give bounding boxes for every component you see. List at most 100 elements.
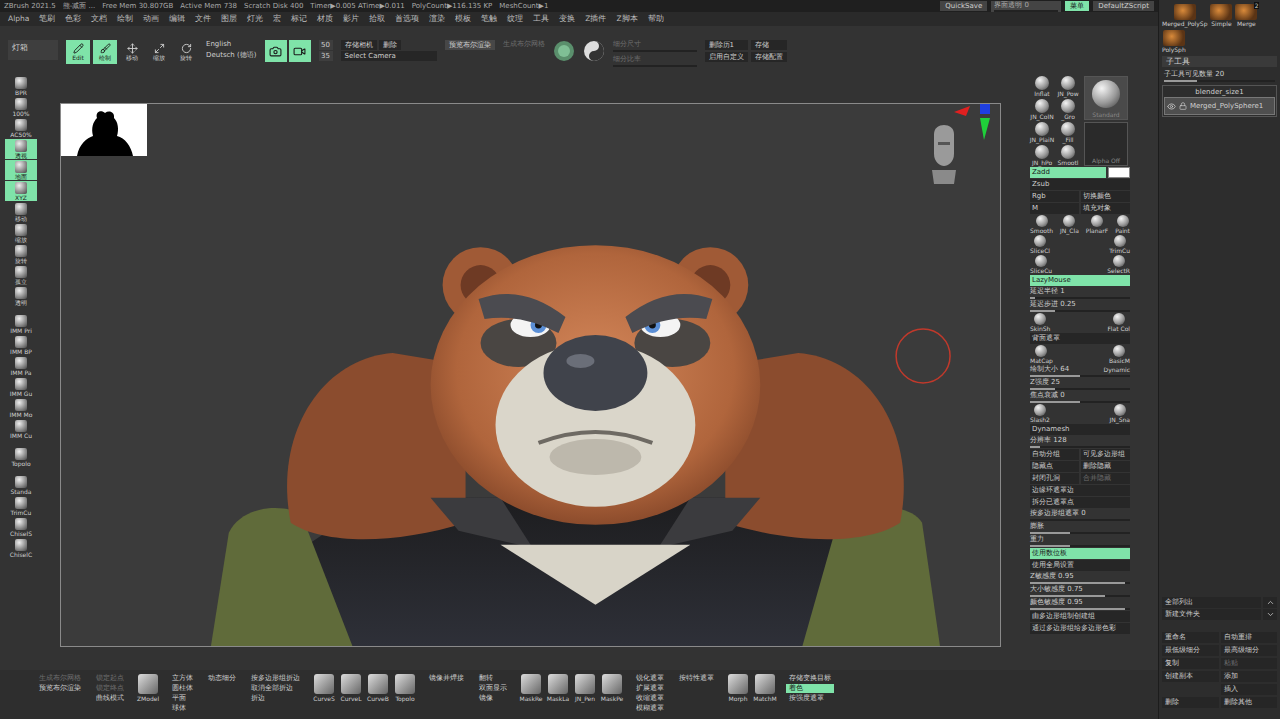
slider-track[interactable] xyxy=(1030,297,1130,299)
preview-boolean-button[interactable]: 预览布尔渲染 xyxy=(445,40,495,50)
menu-item[interactable]: 笔触 xyxy=(481,13,497,25)
shelf-button[interactable]: 缩放 xyxy=(5,223,37,243)
mode-button[interactable]: 移动 xyxy=(120,40,144,64)
action-button[interactable]: 插入 xyxy=(1221,684,1277,695)
history-button[interactable]: 启用自定义 xyxy=(705,52,748,62)
brush-button[interactable]: _Fill xyxy=(1056,122,1080,143)
document-canvas[interactable] xyxy=(60,103,1001,647)
shelf-button[interactable]: Topolo xyxy=(5,447,37,467)
bottom-icon-button[interactable]: CurveL xyxy=(339,674,363,719)
slider-track[interactable] xyxy=(1030,401,1130,403)
bottom-icon-button[interactable]: MaskLa xyxy=(546,674,570,719)
mode-button[interactable]: Edit xyxy=(66,40,90,64)
action-button[interactable]: 创建副本 xyxy=(1162,671,1218,682)
title-button[interactable]: 菜单 xyxy=(1065,1,1089,11)
shelf-button[interactable]: IMM Gu xyxy=(5,377,37,397)
brush-button[interactable]: SliceCl xyxy=(1030,235,1050,254)
action-button[interactable]: 删除其他 xyxy=(1221,697,1277,708)
select-camera[interactable]: Select Camera xyxy=(341,51,437,61)
slider-track[interactable] xyxy=(1030,310,1130,312)
brush-button[interactable]: SliceCu xyxy=(1030,255,1052,274)
list-button[interactable]: 新建文件夹 xyxy=(1162,609,1261,620)
slider-track[interactable] xyxy=(1164,80,1275,82)
brush-button[interactable]: Inflat xyxy=(1030,76,1054,97)
action-button[interactable]: 最低级细分 xyxy=(1162,645,1218,656)
shelf-button[interactable]: ChiselS xyxy=(5,517,37,537)
bottom-button[interactable]: 镜像 xyxy=(476,694,510,703)
brush-button[interactable]: Smootl xyxy=(1056,145,1080,166)
brush-button[interactable]: MatCap xyxy=(1030,345,1053,364)
bottom-button[interactable]: 球体 xyxy=(169,704,196,713)
bottom-button[interactable]: 收缩遮罩 xyxy=(633,694,667,703)
palette-button[interactable]: Zadd xyxy=(1030,167,1106,178)
bottom-button[interactable]: 平面 xyxy=(169,694,196,703)
bottom-icon-button[interactable]: CurveS xyxy=(312,674,336,719)
palette-button[interactable]: Dynamesh xyxy=(1030,424,1130,435)
tool-thumbnail[interactable]: Simple xyxy=(1210,4,1232,27)
slider-track[interactable] xyxy=(1030,519,1130,521)
bottom-icon-button[interactable]: CurveB xyxy=(366,674,390,719)
slider-track[interactable] xyxy=(1030,532,1130,534)
bottom-icon-button[interactable]: MaskPe xyxy=(600,674,624,719)
bottom-button[interactable]: 锐化遮罩 xyxy=(633,674,667,683)
tool-thumbnail[interactable]: Merge2 xyxy=(1235,4,1257,27)
action-button[interactable]: 添加 xyxy=(1221,671,1277,682)
shelf-button[interactable]: IMM Mo xyxy=(5,398,37,418)
slider-track[interactable] xyxy=(994,10,1058,12)
bottom-button[interactable]: 按多边形组折边 xyxy=(248,674,303,683)
menu-item[interactable]: 绘制 xyxy=(117,13,133,25)
brush-button[interactable]: SkinSh xyxy=(1030,313,1050,332)
brush-button[interactable]: JN_PlaiN xyxy=(1030,122,1054,143)
palette-slider[interactable]: 分辨率 128 xyxy=(1030,436,1130,448)
list-button[interactable]: 全部列出 xyxy=(1162,597,1261,608)
action-button[interactable]: 自动重排 xyxy=(1221,632,1277,643)
palette-button[interactable]: 背面遮罩 xyxy=(1030,333,1130,344)
camera-button[interactable]: 存储相机 xyxy=(341,40,377,50)
bottom-button[interactable]: 着色 xyxy=(786,684,834,693)
palette-slider[interactable]: 膨胀 xyxy=(1030,522,1130,534)
camera-toggle[interactable] xyxy=(265,40,287,62)
menu-item[interactable]: 工具 xyxy=(533,13,549,25)
palette-slider[interactable]: 绘制大小 64Dynamic xyxy=(1030,365,1130,377)
menu-item[interactable]: 变换 xyxy=(559,13,575,25)
action-button[interactable]: 重命名 xyxy=(1162,632,1218,643)
bottom-button[interactable]: 双面显示 xyxy=(476,684,510,693)
tool-thumbnail[interactable]: PolySph xyxy=(1162,30,1186,53)
palette-slider[interactable]: 大小敏感度 0.75 xyxy=(1030,585,1130,597)
bottom-button[interactable]: 圆柱体 xyxy=(169,684,196,693)
menu-item[interactable]: 纹理 xyxy=(507,13,523,25)
language-option[interactable]: English xyxy=(206,40,257,49)
menu-item[interactable]: 笔刷 xyxy=(39,13,55,25)
brush-button[interactable]: BasicM xyxy=(1109,345,1130,364)
bear-model-icon[interactable] xyxy=(61,104,1000,646)
bottom-icon-button[interactable]: JN_Pen xyxy=(573,674,597,719)
palette-button[interactable]: 通过多边形组给多边形色彩 xyxy=(1030,623,1130,634)
menu-item[interactable]: Alpha xyxy=(8,13,29,25)
menu-item[interactable]: 文件 xyxy=(195,13,211,25)
bottom-icon-button[interactable]: MaskRe xyxy=(519,674,543,719)
bottom-icon-button[interactable]: MatchM xyxy=(753,674,777,719)
slider-tag[interactable]: Dynamic xyxy=(1104,365,1130,374)
slider-track[interactable] xyxy=(1030,545,1130,547)
shelf-button[interactable]: 地面 xyxy=(5,160,37,180)
alpha-picker[interactable]: Alpha Off xyxy=(1084,122,1128,166)
palette-button[interactable]: 由多边形组制创建组 xyxy=(1030,611,1130,622)
palette-button[interactable]: 使用全局设置 xyxy=(1030,560,1130,571)
language-option[interactable]: Deutsch (德语) xyxy=(206,51,257,60)
mode-button[interactable]: 旋转 xyxy=(174,40,198,64)
menu-item[interactable]: Z插件 xyxy=(585,13,606,25)
subtool-item[interactable]: Merged_PolySphere1 xyxy=(1164,97,1275,115)
palette-slider[interactable]: 按多边形组遮罩 0 xyxy=(1030,509,1130,521)
shelf-button[interactable]: Standa xyxy=(5,475,37,495)
lens-value[interactable]: 35 xyxy=(319,51,333,61)
bottom-button[interactable]: 生成布尔网格 xyxy=(36,674,84,683)
palette-button[interactable]: 边缘环遮罩边 xyxy=(1030,485,1130,496)
shelf-button[interactable]: IMM Pri xyxy=(5,314,37,334)
bottom-button[interactable]: 模糊遮罩 xyxy=(633,704,667,713)
shelf-button[interactable]: IMM Cu xyxy=(5,419,37,439)
shelf-button[interactable]: IMM Pa xyxy=(5,356,37,376)
bottom-button[interactable]: 折边 xyxy=(248,694,303,703)
toolbar-slider[interactable]: 细分比率 xyxy=(613,55,697,67)
mode-button[interactable]: 缩放 xyxy=(147,40,171,64)
shelf-button[interactable]: 孤立 xyxy=(5,265,37,285)
